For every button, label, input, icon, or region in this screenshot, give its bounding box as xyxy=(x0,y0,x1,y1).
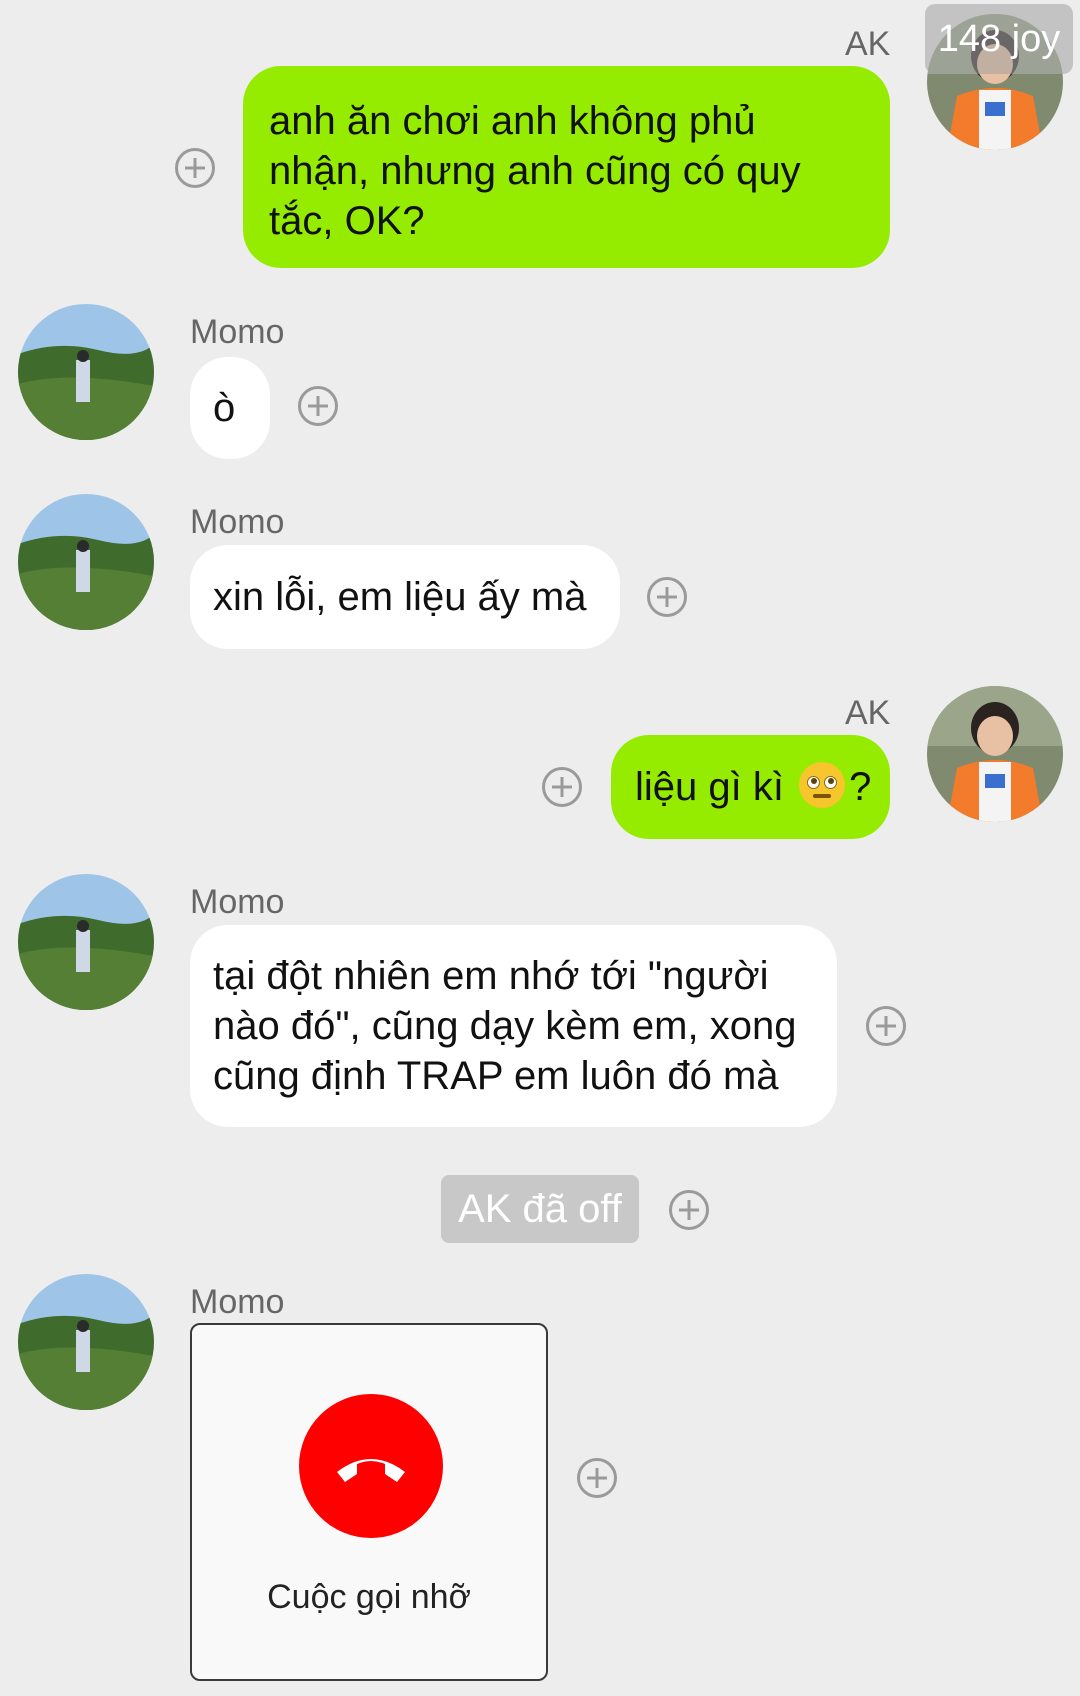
message-bubble[interactable]: liệu gì kì ? xyxy=(611,735,890,839)
message-line: tắc, OK? xyxy=(269,199,425,243)
add-reaction-button[interactable] xyxy=(175,148,215,188)
momo-avatar[interactable] xyxy=(18,304,154,440)
sender-name: Momo xyxy=(190,313,285,351)
message-bubble[interactable]: ò xyxy=(190,357,270,459)
add-reaction-button[interactable] xyxy=(669,1190,709,1230)
message-line: tại đột nhiên em nhớ tới "người xyxy=(213,954,769,998)
message-bubble[interactable]: tại đột nhiên em nhớ tới "người nào đó",… xyxy=(190,925,837,1127)
hang-up-phone-icon xyxy=(337,1459,405,1482)
missed-call-label: Cuộc gọi nhỡ xyxy=(267,1578,471,1616)
ak-avatar[interactable] xyxy=(927,686,1063,822)
momo-avatar[interactable] xyxy=(18,874,154,1010)
message-line: ò xyxy=(213,386,236,430)
sender-name: Momo xyxy=(190,1283,285,1321)
momo-avatar[interactable] xyxy=(18,1274,154,1410)
add-reaction-button[interactable] xyxy=(866,1006,906,1046)
message-text: liệu gì kì xyxy=(635,765,796,809)
counter-badge: 148 joy xyxy=(925,4,1073,74)
missed-call-button[interactable] xyxy=(299,1394,443,1538)
add-reaction-button[interactable] xyxy=(647,577,687,617)
add-reaction-button[interactable] xyxy=(577,1458,617,1498)
chat-view: 148 joy AK anh ăn chơi anh không phủ nhậ… xyxy=(0,0,1080,1696)
system-notice: AK đã off xyxy=(441,1175,639,1243)
sender-name: AK xyxy=(845,694,891,732)
message-text: ? xyxy=(849,765,872,809)
message-line: anh ăn chơi anh không phủ xyxy=(269,99,756,143)
add-reaction-button[interactable] xyxy=(298,386,338,426)
sender-name: Momo xyxy=(190,503,285,541)
missed-call-card[interactable]: Cuộc gọi nhỡ xyxy=(190,1323,548,1681)
message-line: xin lỗi, em liệu ấy mà xyxy=(213,575,587,619)
momo-avatar[interactable] xyxy=(18,494,154,630)
sender-name: AK xyxy=(845,25,891,63)
sender-name: Momo xyxy=(190,883,285,921)
message-line: nào đó", cũng dạy kèm em, xong xyxy=(213,1004,797,1048)
message-line: cũng định TRAP em luôn đó mà xyxy=(213,1054,779,1098)
face-with-rolling-eyes-icon xyxy=(799,762,846,808)
message-bubble[interactable]: xin lỗi, em liệu ấy mà xyxy=(190,545,620,649)
message-bubble[interactable]: anh ăn chơi anh không phủ nhận, nhưng an… xyxy=(243,66,890,268)
add-reaction-button[interactable] xyxy=(542,767,582,807)
message-line: nhận, nhưng anh cũng có quy xyxy=(269,149,801,193)
